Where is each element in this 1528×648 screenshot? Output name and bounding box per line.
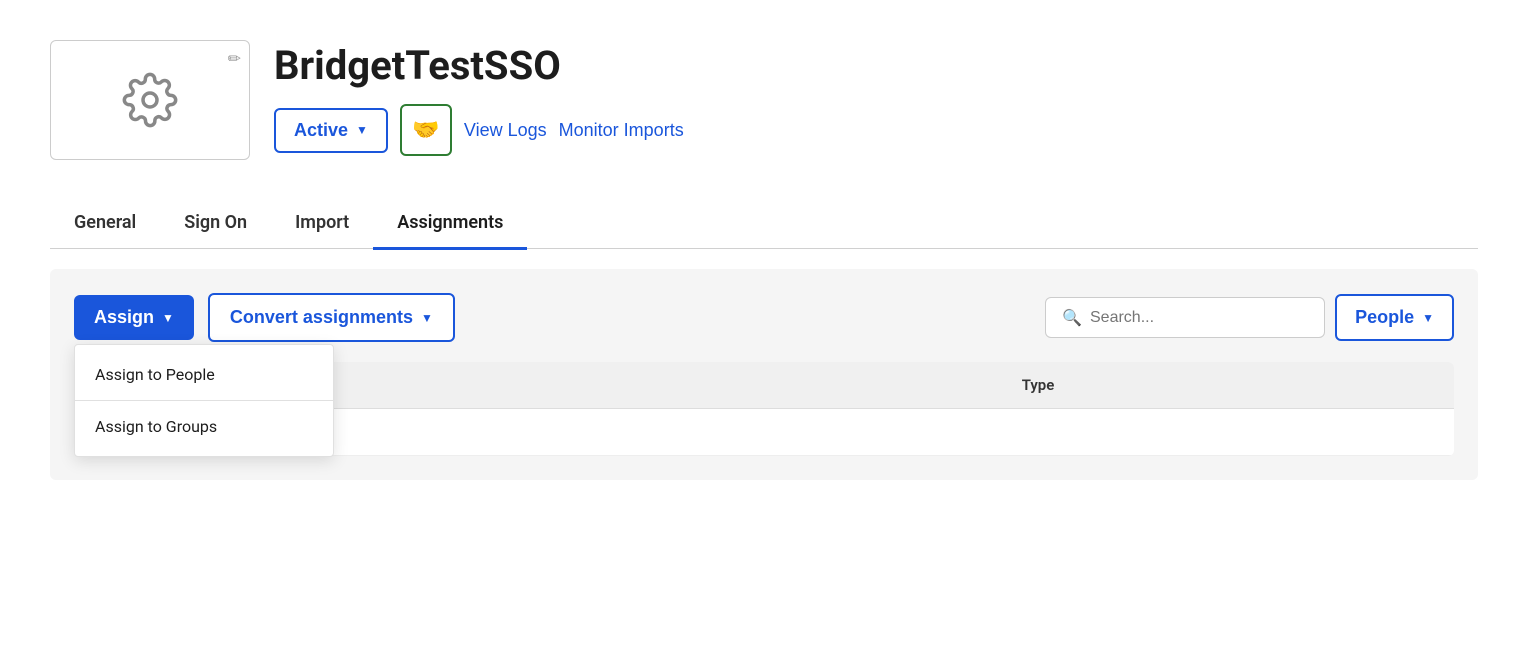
app-header: ✏ BridgetTestSSO Active ▼ 🤝 View Logs Mo… bbox=[50, 40, 1478, 160]
page-title: BridgetTestSSO bbox=[274, 44, 684, 88]
gear-icon bbox=[122, 72, 178, 128]
active-status-label: Active bbox=[294, 120, 348, 141]
convert-assignments-label: Convert assignments bbox=[230, 307, 413, 328]
active-status-button[interactable]: Active ▼ bbox=[274, 108, 388, 153]
chevron-down-icon: ▼ bbox=[1422, 311, 1434, 325]
chevron-down-icon: ▼ bbox=[421, 311, 433, 325]
people-filter-button[interactable]: People ▼ bbox=[1335, 294, 1454, 341]
header-info: BridgetTestSSO Active ▼ 🤝 View Logs Moni… bbox=[274, 44, 684, 156]
assign-label: Assign bbox=[94, 307, 154, 328]
handshake-icon: 🤝 bbox=[412, 117, 439, 143]
people-label: People bbox=[1355, 307, 1414, 328]
chevron-down-icon: ▼ bbox=[356, 123, 368, 137]
chevron-down-icon: ▼ bbox=[162, 311, 174, 325]
page-container: ✏ BridgetTestSSO Active ▼ 🤝 View Logs Mo… bbox=[0, 0, 1528, 480]
tabs-nav: General Sign On Import Assignments bbox=[50, 196, 1478, 249]
assign-dropdown-container: Assign ▼ Assign to People Assign to Grou… bbox=[74, 295, 194, 340]
tab-general[interactable]: General bbox=[50, 198, 160, 250]
col-type-header: Type bbox=[642, 376, 1434, 394]
tab-assignments[interactable]: Assignments bbox=[373, 198, 527, 250]
edit-icon[interactable]: ✏ bbox=[228, 49, 241, 68]
app-logo: ✏ bbox=[50, 40, 250, 160]
dropdown-divider bbox=[75, 400, 333, 401]
assignments-toolbar: Assign ▼ Assign to People Assign to Grou… bbox=[74, 293, 1454, 342]
handshake-button[interactable]: 🤝 bbox=[400, 104, 452, 156]
search-input[interactable] bbox=[1090, 309, 1308, 327]
search-wrapper: 🔍 People ▼ bbox=[1045, 294, 1454, 341]
view-logs-button[interactable]: View Logs bbox=[464, 120, 547, 141]
tab-sign-on[interactable]: Sign On bbox=[160, 198, 271, 250]
assign-to-groups-item[interactable]: Assign to Groups bbox=[75, 403, 333, 450]
monitor-imports-button[interactable]: Monitor Imports bbox=[559, 120, 684, 141]
assign-dropdown-menu: Assign to People Assign to Groups bbox=[74, 344, 334, 457]
search-box: 🔍 bbox=[1045, 297, 1325, 338]
search-icon: 🔍 bbox=[1062, 308, 1082, 327]
assign-button[interactable]: Assign ▼ bbox=[74, 295, 194, 340]
tab-import[interactable]: Import bbox=[271, 198, 373, 250]
content-panel: Assign ▼ Assign to People Assign to Grou… bbox=[50, 269, 1478, 480]
convert-assignments-button[interactable]: Convert assignments ▼ bbox=[208, 293, 455, 342]
header-actions: Active ▼ 🤝 View Logs Monitor Imports bbox=[274, 104, 684, 156]
assign-to-people-item[interactable]: Assign to People bbox=[75, 351, 333, 398]
